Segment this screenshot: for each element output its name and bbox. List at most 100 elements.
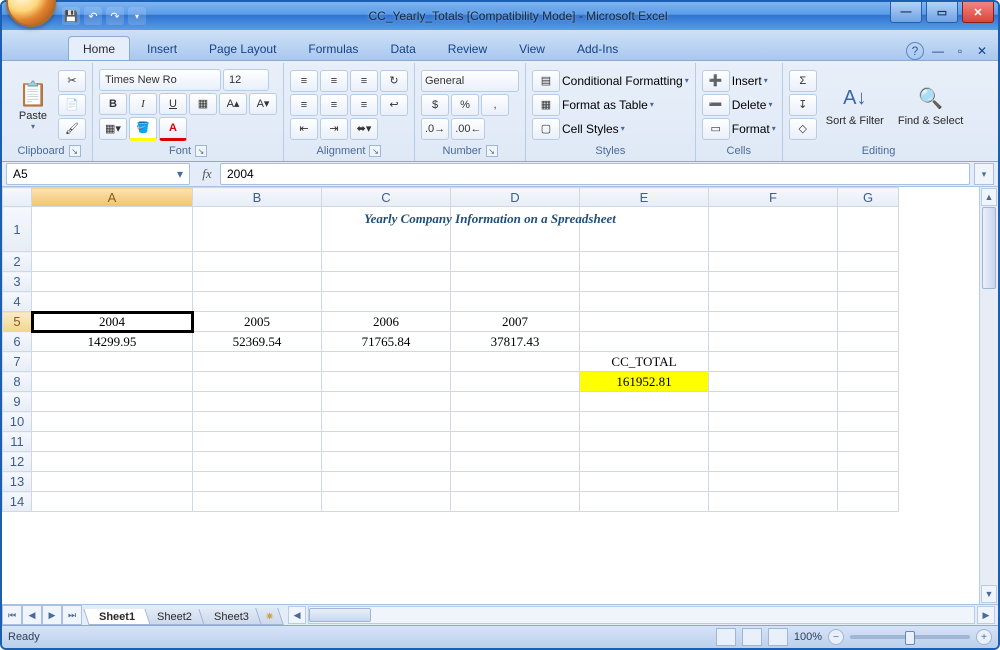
format-cells-button[interactable]: ▭Format▾: [702, 118, 776, 140]
alignment-launcher-icon[interactable]: ↘: [369, 145, 381, 157]
decrease-indent-icon[interactable]: ⇤: [290, 118, 318, 140]
tab-nav-next-icon[interactable]: ▶: [42, 605, 62, 625]
row-header-7[interactable]: 7: [3, 352, 32, 372]
cell-A5[interactable]: 2004: [32, 312, 193, 332]
cell-B6[interactable]: 52369.54: [193, 332, 322, 352]
fill-button[interactable]: ↧: [789, 94, 817, 116]
view-normal-icon[interactable]: [716, 628, 736, 646]
expand-formula-bar-icon[interactable]: ▾: [974, 163, 994, 185]
fx-icon[interactable]: fx: [194, 166, 220, 182]
doc-minimize-icon[interactable]: —: [930, 43, 946, 59]
row-header-10[interactable]: 10: [3, 412, 32, 432]
tab-review[interactable]: Review: [433, 36, 502, 60]
conditional-formatting-button[interactable]: ▤Conditional Formatting▾: [532, 70, 689, 92]
decrease-decimal-icon[interactable]: .00←: [451, 118, 485, 140]
tab-insert[interactable]: Insert: [132, 36, 192, 60]
number-launcher-icon[interactable]: ↘: [486, 145, 498, 157]
align-right-icon[interactable]: ≡: [350, 94, 378, 116]
scroll-left-icon[interactable]: ◀: [288, 606, 306, 624]
italic-button[interactable]: I: [129, 93, 157, 115]
maximize-button[interactable]: ▭: [926, 2, 958, 23]
tab-page-layout[interactable]: Page Layout: [194, 36, 291, 60]
hscroll-track[interactable]: [308, 606, 975, 624]
cell-C5[interactable]: 2006: [322, 312, 451, 332]
border-button[interactable]: ▦: [189, 93, 217, 115]
comma-button[interactable]: ,: [481, 94, 509, 116]
row-header-6[interactable]: 6: [3, 332, 32, 352]
row-header-12[interactable]: 12: [3, 452, 32, 472]
cell-A2[interactable]: [32, 252, 193, 272]
align-middle-icon[interactable]: ≡: [320, 70, 348, 92]
tab-nav-first-icon[interactable]: ⏮: [2, 605, 22, 625]
row-header-4[interactable]: 4: [3, 292, 32, 312]
cell-A4[interactable]: [32, 292, 193, 312]
bold-button[interactable]: B: [99, 93, 127, 115]
number-format-combo[interactable]: General: [421, 70, 519, 92]
row-header-5[interactable]: 5: [3, 312, 32, 332]
border-menu-icon[interactable]: ▦▾: [99, 118, 127, 140]
row-header-9[interactable]: 9: [3, 392, 32, 412]
row-header-3[interactable]: 3: [3, 272, 32, 292]
horizontal-scrollbar[interactable]: ◀ ▶: [287, 605, 996, 625]
orientation-icon[interactable]: ↻: [380, 70, 408, 92]
paste-button[interactable]: 📋 Paste ▾: [12, 75, 54, 134]
font-name-combo[interactable]: Times New Ro: [99, 69, 221, 91]
tab-home[interactable]: Home: [68, 36, 130, 60]
cell-D6[interactable]: 37817.43: [451, 332, 580, 352]
worksheet-grid[interactable]: A B C D E F G 1 Yearly Company Informati…: [2, 187, 979, 604]
merge-center-button[interactable]: ⬌▾: [350, 118, 378, 140]
doc-restore-icon[interactable]: ▫: [952, 43, 968, 59]
tab-formulas[interactable]: Formulas: [293, 36, 373, 60]
decrease-font-icon[interactable]: A▾: [249, 93, 277, 115]
align-center-icon[interactable]: ≡: [320, 94, 348, 116]
row-header-2[interactable]: 2: [3, 252, 32, 272]
view-page-layout-icon[interactable]: [742, 628, 762, 646]
col-header-B[interactable]: B: [193, 188, 322, 207]
col-header-F[interactable]: F: [709, 188, 838, 207]
qat-customize-icon[interactable]: ▾: [128, 7, 146, 25]
redo-icon[interactable]: ↷: [106, 7, 124, 25]
tab-nav-last-icon[interactable]: ⏭: [62, 605, 82, 625]
scroll-up-icon[interactable]: ▲: [981, 188, 997, 206]
tab-nav-prev-icon[interactable]: ◀: [22, 605, 42, 625]
cell-C6[interactable]: 71765.84: [322, 332, 451, 352]
office-button[interactable]: [6, 0, 56, 27]
find-select-button[interactable]: 🔍 Find & Select: [893, 80, 968, 130]
row-header-8[interactable]: 8: [3, 372, 32, 392]
tab-data[interactable]: Data: [375, 36, 430, 60]
sort-filter-button[interactable]: A↓ Sort & Filter: [821, 80, 889, 130]
formula-input[interactable]: 2004: [220, 163, 970, 185]
col-header-E[interactable]: E: [580, 188, 709, 207]
tab-addins[interactable]: Add-Ins: [562, 36, 633, 60]
currency-button[interactable]: $: [421, 94, 449, 116]
underline-button[interactable]: U: [159, 93, 187, 115]
cell-E5[interactable]: [580, 312, 709, 332]
sheet-tab-3[interactable]: Sheet3: [198, 609, 264, 625]
cell-E8[interactable]: 161952.81: [580, 372, 709, 392]
clear-button[interactable]: ◇: [789, 118, 817, 140]
font-color-button[interactable]: A: [159, 117, 187, 141]
format-as-table-button[interactable]: ▦Format as Table▾: [532, 94, 689, 116]
increase-decimal-icon[interactable]: .0→: [421, 118, 449, 140]
zoom-level[interactable]: 100%: [794, 631, 822, 643]
cell-E7[interactable]: CC_TOTAL: [580, 352, 709, 372]
select-all-corner[interactable]: [3, 188, 32, 207]
col-header-C[interactable]: C: [322, 188, 451, 207]
row-header-11[interactable]: 11: [3, 432, 32, 452]
col-header-D[interactable]: D: [451, 188, 580, 207]
cell-styles-button[interactable]: ▢Cell Styles▾: [532, 118, 689, 140]
cell-E6[interactable]: [580, 332, 709, 352]
cut-icon[interactable]: ✂: [58, 70, 86, 92]
help-icon[interactable]: ?: [906, 42, 924, 60]
new-sheet-tab-icon[interactable]: ✷: [255, 608, 284, 625]
font-launcher-icon[interactable]: ↘: [195, 145, 207, 157]
increase-indent-icon[interactable]: ⇥: [320, 118, 348, 140]
save-icon[interactable]: 💾: [62, 7, 80, 25]
undo-icon[interactable]: ↶: [84, 7, 102, 25]
cell-A6[interactable]: 14299.95: [32, 332, 193, 352]
scroll-right-icon[interactable]: ▶: [977, 606, 995, 624]
insert-cells-button[interactable]: ➕Insert▾: [702, 70, 776, 92]
cell-A3[interactable]: [32, 272, 193, 292]
hscroll-thumb[interactable]: [309, 608, 371, 622]
zoom-in-icon[interactable]: +: [976, 629, 992, 645]
